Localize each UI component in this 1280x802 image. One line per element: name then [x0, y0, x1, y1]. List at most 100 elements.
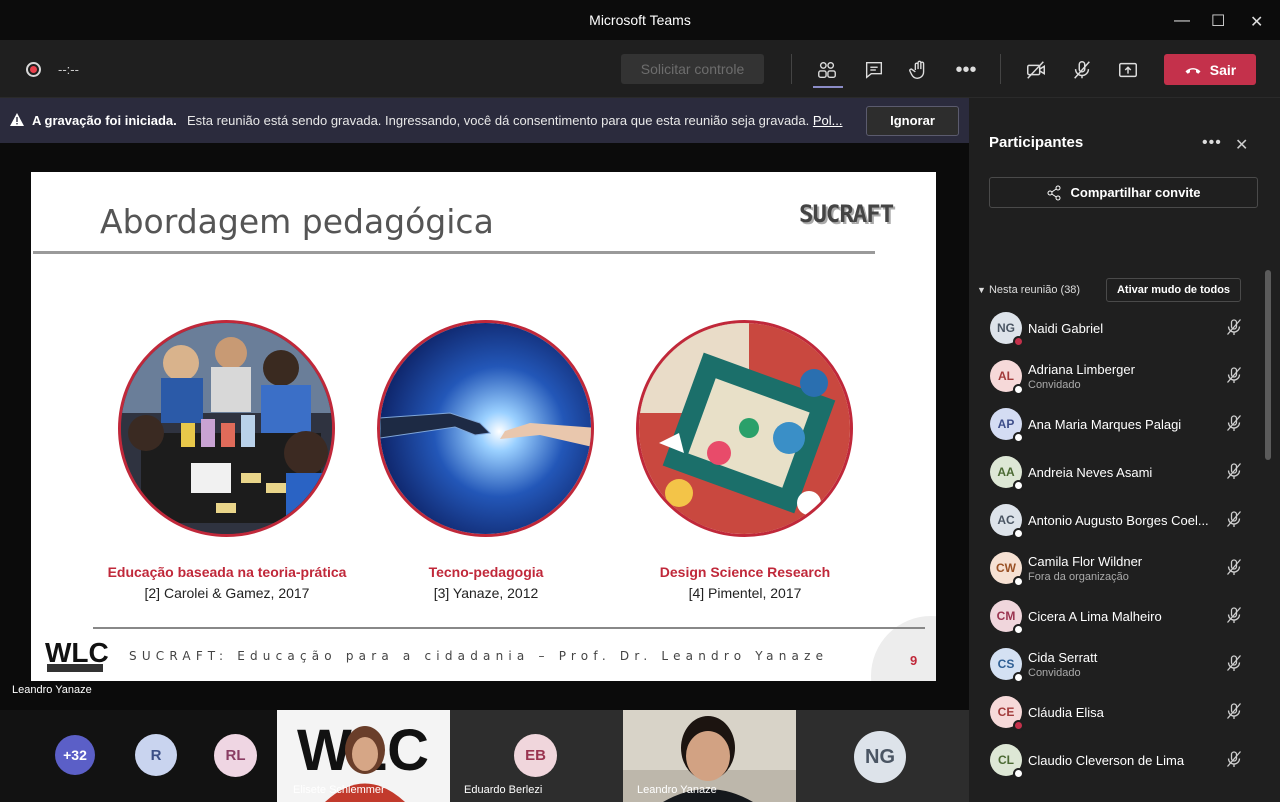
maximize-icon[interactable]: ☐ [1211, 11, 1225, 31]
slide-title-rule [33, 251, 875, 254]
close-icon[interactable]: ✕ [1250, 12, 1263, 32]
in-meeting-label: Nesta reunião (38) [988, 284, 1081, 296]
mute-all-button[interactable]: Ativar mudo de todos [1106, 278, 1241, 302]
participant-row[interactable]: AC Antonio Augusto Borges Coel... [969, 496, 1265, 544]
gallery-avatar[interactable]: R [135, 734, 177, 776]
chevron-down-icon: ▼ [977, 285, 986, 295]
banner-title: A gravação foi iniciada. [32, 113, 177, 128]
panel-scrollbar[interactable] [1265, 270, 1271, 460]
presence-status-icon [1013, 336, 1024, 347]
participant-name: Naidi Gabriel [1028, 321, 1104, 336]
mic-off-icon[interactable] [1224, 317, 1244, 337]
warning-icon [10, 113, 24, 126]
participant-name: Cida Serratt [1028, 650, 1098, 665]
shared-slide: Abordagem pedagógica SUCRAFT Educação ba… [31, 172, 936, 681]
mic-off-icon[interactable] [1070, 58, 1094, 82]
banner-message: Esta reunião está sendo gravada. Ingress… [187, 113, 810, 128]
item-3-reference: [4] Pimentel, 2017 [688, 585, 802, 601]
dismiss-banner-button[interactable]: Ignorar [866, 106, 959, 136]
panel-title: Participantes [989, 134, 1084, 151]
share-invite-button[interactable]: Compartilhar convite [989, 177, 1258, 208]
toolbar-divider [1000, 54, 1001, 84]
slide-title: Abordagem pedagógica [100, 202, 494, 241]
request-control-button[interactable]: Solicitar controle [621, 54, 764, 84]
presence-status-icon [1013, 528, 1024, 539]
recording-icon [26, 62, 41, 77]
video-tile-name: Leandro Yanaze [637, 784, 717, 796]
item-2-reference: [3] Yanaze, 2012 [433, 585, 539, 601]
participant-name: Ana Maria Marques Palagi [1028, 417, 1182, 432]
leave-button[interactable]: Sair [1164, 54, 1256, 85]
participant-name: Cicera A Lima Malheiro [1028, 609, 1162, 624]
item-2-title: Tecno-pedagogia [428, 564, 544, 580]
privacy-policy-link[interactable]: Pol... [813, 113, 843, 128]
mic-off-icon[interactable] [1224, 557, 1244, 577]
mic-off-icon[interactable] [1224, 413, 1244, 433]
page-number-corner [871, 616, 936, 681]
video-tile-avatar: EB [514, 734, 557, 777]
presence-status-icon [1013, 384, 1024, 395]
participant-row[interactable]: CM Cicera A Lima Malheiro [969, 592, 1265, 640]
window-title: Microsoft Teams [589, 12, 691, 28]
mic-off-icon[interactable] [1224, 701, 1244, 721]
video-tile-name: Eduardo Berlezi [464, 784, 543, 796]
participant-role: Convidado [1028, 667, 1081, 679]
video-tile[interactable]: Leandro Yanaze [623, 710, 796, 802]
minimize-icon[interactable]: — [1174, 12, 1190, 30]
more-participants-badge[interactable]: +32 [55, 735, 95, 775]
title-bar: Microsoft Teams — ☐ ✕ [0, 0, 1280, 40]
mic-off-icon[interactable] [1224, 461, 1244, 481]
participants-icon[interactable] [815, 58, 839, 82]
participant-row[interactable]: CW Camila Flor Wildner Fora da organização [969, 544, 1265, 592]
camera-off-icon[interactable] [1024, 58, 1048, 82]
mic-off-icon[interactable] [1224, 509, 1244, 529]
panel-more-icon[interactable]: ••• [1202, 134, 1222, 152]
video-tile[interactable]: NG [796, 710, 969, 802]
participant-role: Fora da organização [1028, 571, 1129, 583]
participant-name: Antonio Augusto Borges Coel... [1028, 513, 1209, 528]
presence-status-icon [1013, 576, 1024, 587]
participant-name: Camila Flor Wildner [1028, 554, 1143, 569]
share-screen-icon[interactable] [1116, 58, 1140, 82]
wlc-logo: WLC [43, 632, 109, 676]
item-1-title: Educação baseada na teoria-prática [107, 564, 347, 580]
slide-footer-rule [93, 627, 925, 629]
item-3-title: Design Science Research [659, 564, 831, 580]
phone-hangup-icon [1185, 67, 1201, 74]
participant-row[interactable]: CE Cláudia Elisa [969, 688, 1265, 736]
more-options-icon[interactable]: ••• [954, 58, 978, 82]
image-robot-hand-circle [377, 320, 594, 537]
svg-text:WLC: WLC [45, 637, 109, 668]
participant-role: Convidado [1028, 379, 1081, 391]
participant-row[interactable]: AA Andreia Neves Asami [969, 448, 1265, 496]
meeting-timer: --:-- [58, 62, 79, 77]
video-tile-avatar: NG [854, 731, 906, 783]
chat-icon[interactable] [862, 58, 886, 82]
item-1-reference: [2] Carolei & Gamez, 2017 [144, 585, 310, 601]
mic-off-icon[interactable] [1224, 605, 1244, 625]
participant-row[interactable]: CL Claudio Cleverson de Lima [969, 736, 1265, 784]
participant-name: Cláudia Elisa [1028, 705, 1104, 720]
participants-active-indicator [813, 86, 843, 88]
presenter-name: Leandro Yanaze [12, 684, 92, 696]
mic-off-icon[interactable] [1224, 365, 1244, 385]
panel-close-icon[interactable]: ✕ [1235, 135, 1248, 155]
gallery-avatar[interactable]: RL [214, 734, 257, 777]
mic-off-icon[interactable] [1224, 653, 1244, 673]
presence-status-icon [1013, 432, 1024, 443]
mic-off-icon[interactable] [1224, 749, 1244, 769]
meeting-toolbar: --:-- Solicitar controle ••• Sair [0, 40, 1280, 98]
participant-row[interactable]: NG Naidi Gabriel [969, 304, 1265, 352]
participant-row[interactable]: AP Ana Maria Marques Palagi [969, 400, 1265, 448]
in-meeting-header[interactable]: ▼ Nesta reunião (38) [977, 284, 1080, 296]
participant-row[interactable]: AL Adriana Limberger Convidado [969, 352, 1265, 400]
video-tile-name: Elisete Schlemmer [293, 784, 385, 796]
slide-footer-text: SUCRAFT: Educação para a cidadania – Pro… [129, 649, 829, 663]
participant-name: Andreia Neves Asami [1028, 465, 1153, 480]
participant-name: Adriana Limberger [1028, 362, 1135, 377]
raise-hand-icon[interactable] [907, 58, 931, 82]
participant-row[interactable]: CS Cida Serratt Convidado [969, 640, 1265, 688]
video-tile[interactable]: WLC Elisete Schlemmer [277, 710, 450, 802]
video-tile[interactable]: EB Eduardo Berlezi [450, 710, 623, 802]
presence-status-icon [1013, 672, 1024, 683]
